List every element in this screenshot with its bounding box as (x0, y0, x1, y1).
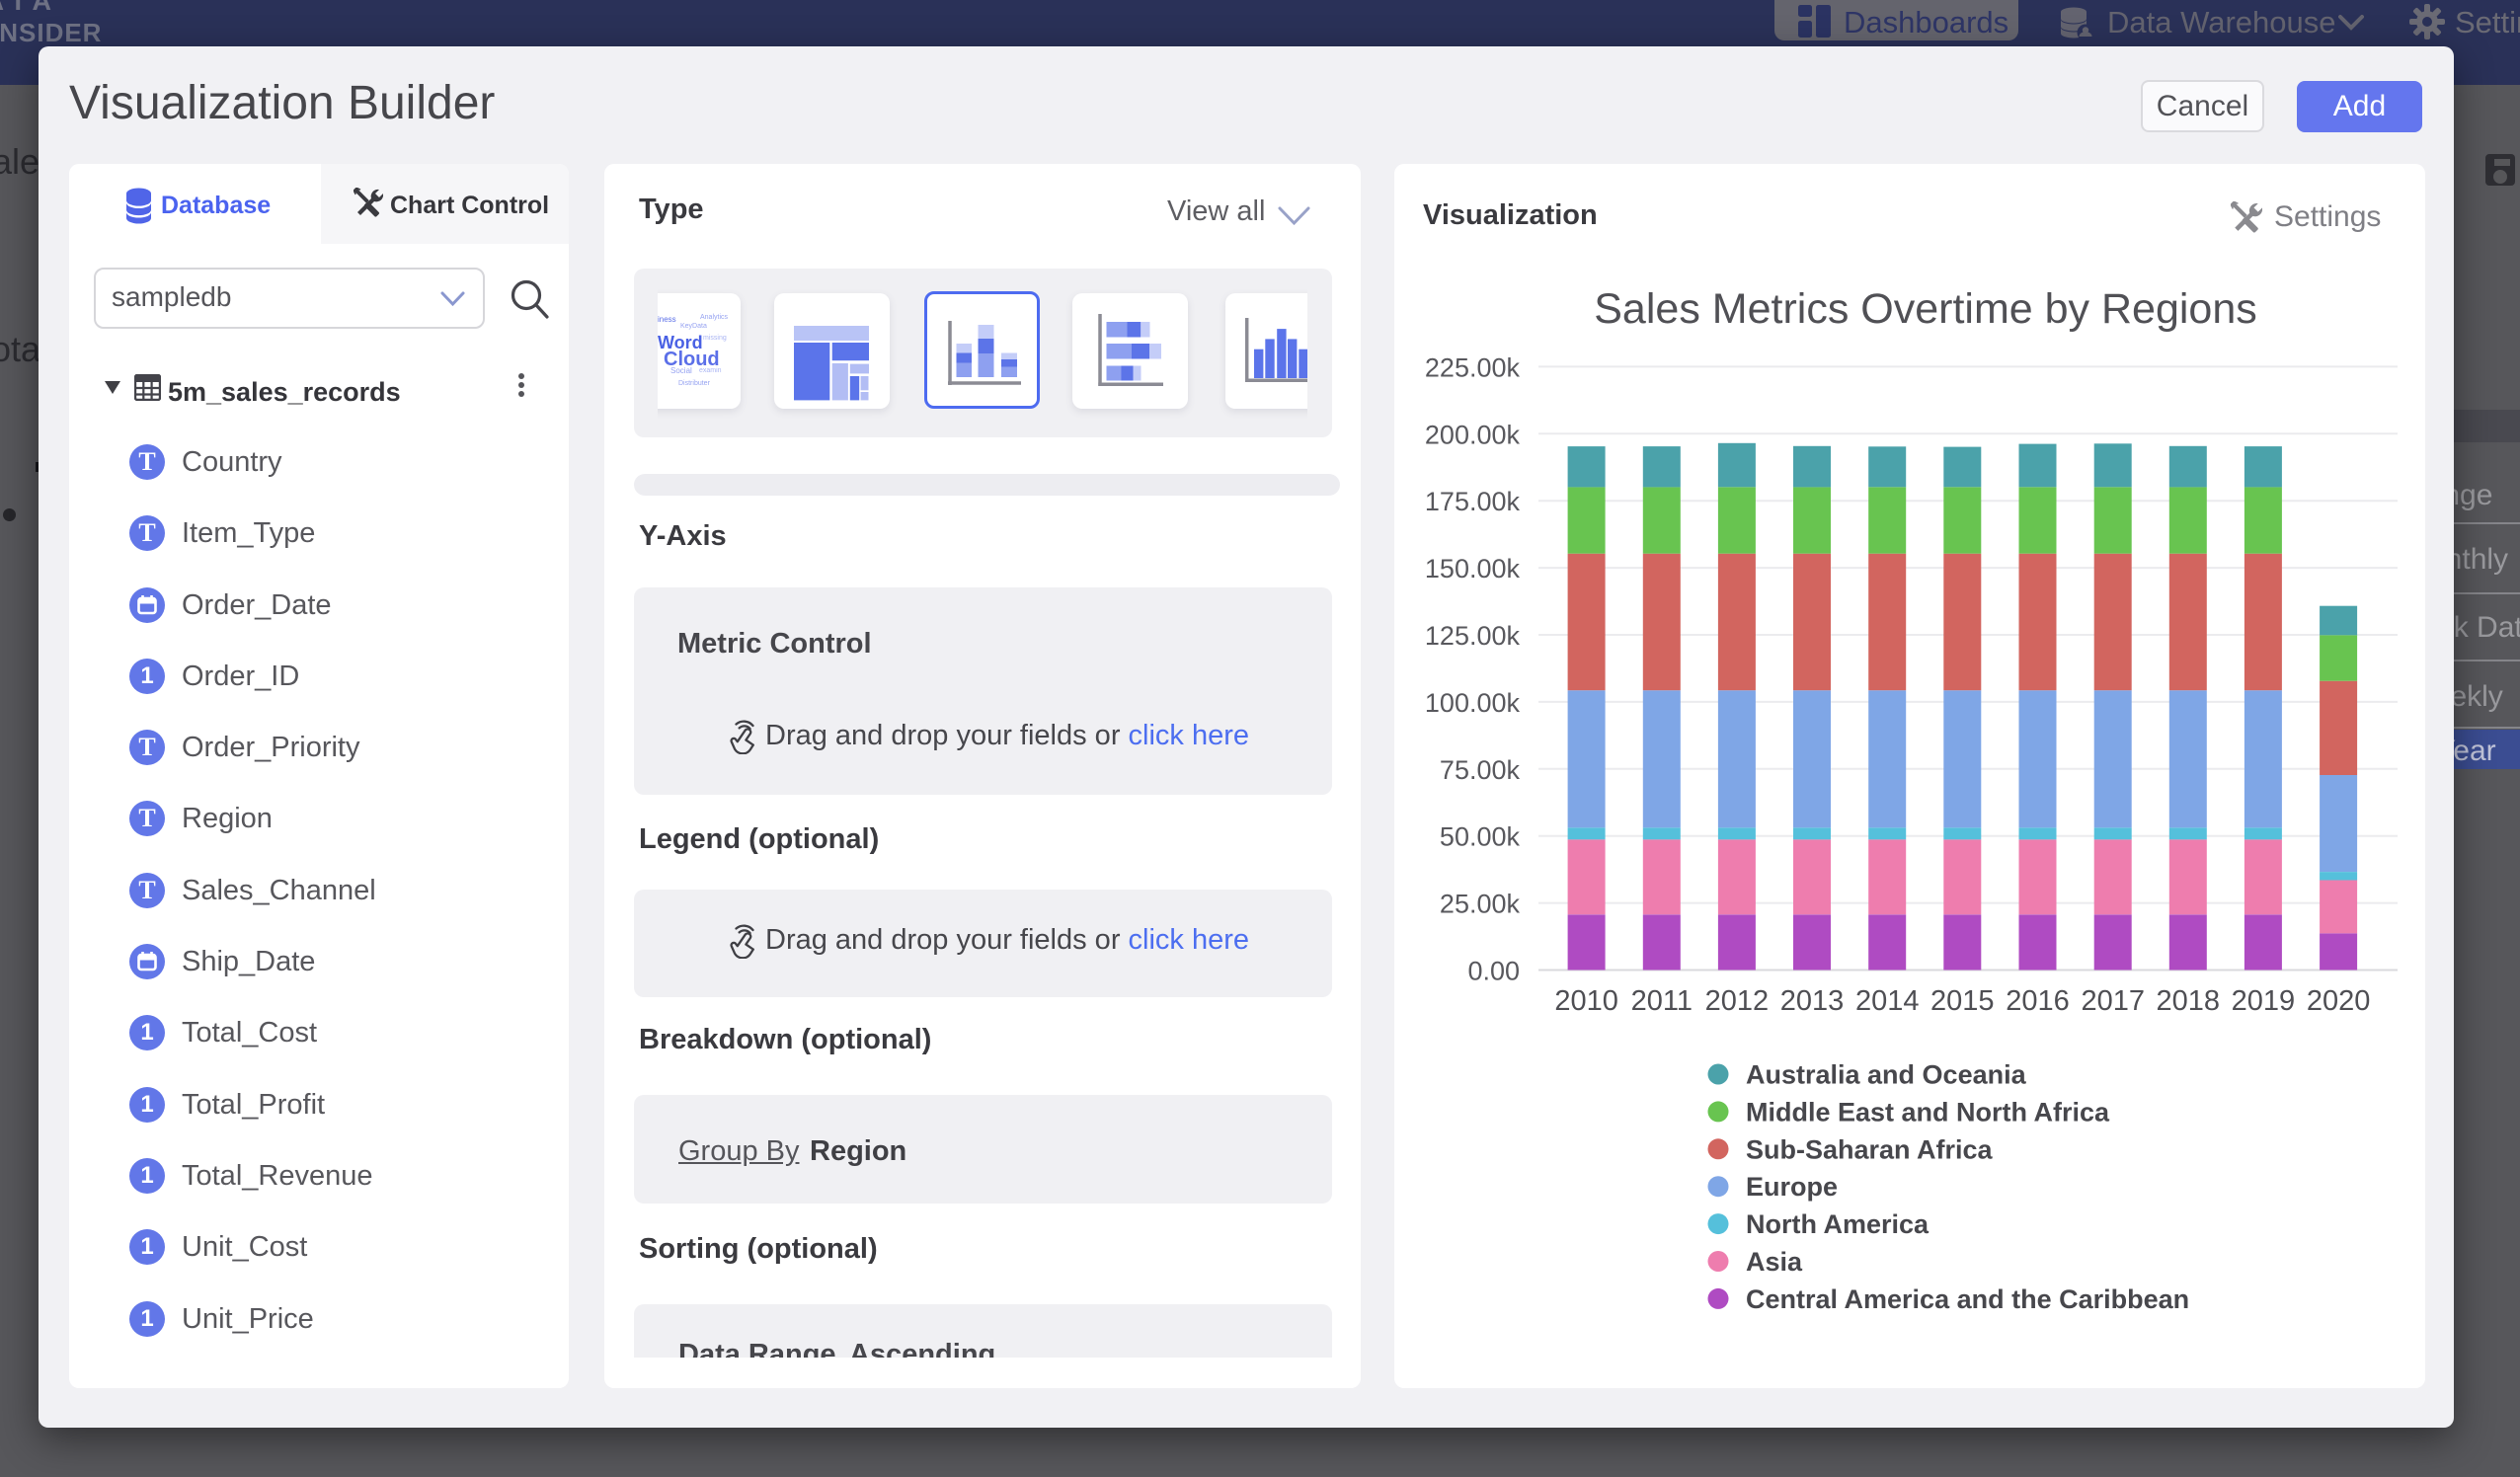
svg-text:150.00k: 150.00k (1425, 554, 1521, 583)
svg-text:2019: 2019 (2232, 985, 2296, 1017)
svg-text:Middle East and North Africa: Middle East and North Africa (1746, 1097, 2110, 1127)
svg-text:2018: 2018 (2157, 985, 2221, 1017)
svg-text:2010: 2010 (1554, 985, 1618, 1017)
svg-text:Australia and Oceania: Australia and Oceania (1746, 1060, 2027, 1090)
svg-text:125.00k: 125.00k (1425, 621, 1521, 651)
svg-text:50.00k: 50.00k (1440, 822, 1521, 852)
svg-text:Europe: Europe (1746, 1172, 1838, 1202)
svg-text:100.00k: 100.00k (1425, 688, 1521, 718)
svg-text:2017: 2017 (2081, 985, 2145, 1017)
svg-text:200.00k: 200.00k (1425, 420, 1521, 449)
svg-text:0.00: 0.00 (1467, 957, 1520, 986)
svg-text:2013: 2013 (1780, 985, 1845, 1017)
svg-text:2016: 2016 (2006, 985, 2070, 1017)
svg-text:2011: 2011 (1631, 985, 1693, 1017)
svg-text:2020: 2020 (2307, 985, 2371, 1017)
svg-text:Sub-Saharan Africa: Sub-Saharan Africa (1746, 1134, 1994, 1164)
svg-text:225.00k: 225.00k (1425, 352, 1521, 382)
svg-text:75.00k: 75.00k (1440, 755, 1521, 785)
svg-text:Sales Metrics Overtime by Regi: Sales Metrics Overtime by Regions (1594, 285, 2257, 333)
svg-text:175.00k: 175.00k (1425, 487, 1521, 516)
svg-text:Central America and the Caribb: Central America and the Caribbean (1746, 1284, 2189, 1314)
svg-text:25.00k: 25.00k (1440, 890, 1521, 919)
svg-text:Asia: Asia (1746, 1247, 1803, 1277)
svg-text:2014: 2014 (1855, 985, 1920, 1017)
svg-text:2012: 2012 (1705, 985, 1770, 1017)
svg-text:North America: North America (1746, 1209, 1929, 1239)
svg-text:2015: 2015 (1930, 985, 1995, 1017)
